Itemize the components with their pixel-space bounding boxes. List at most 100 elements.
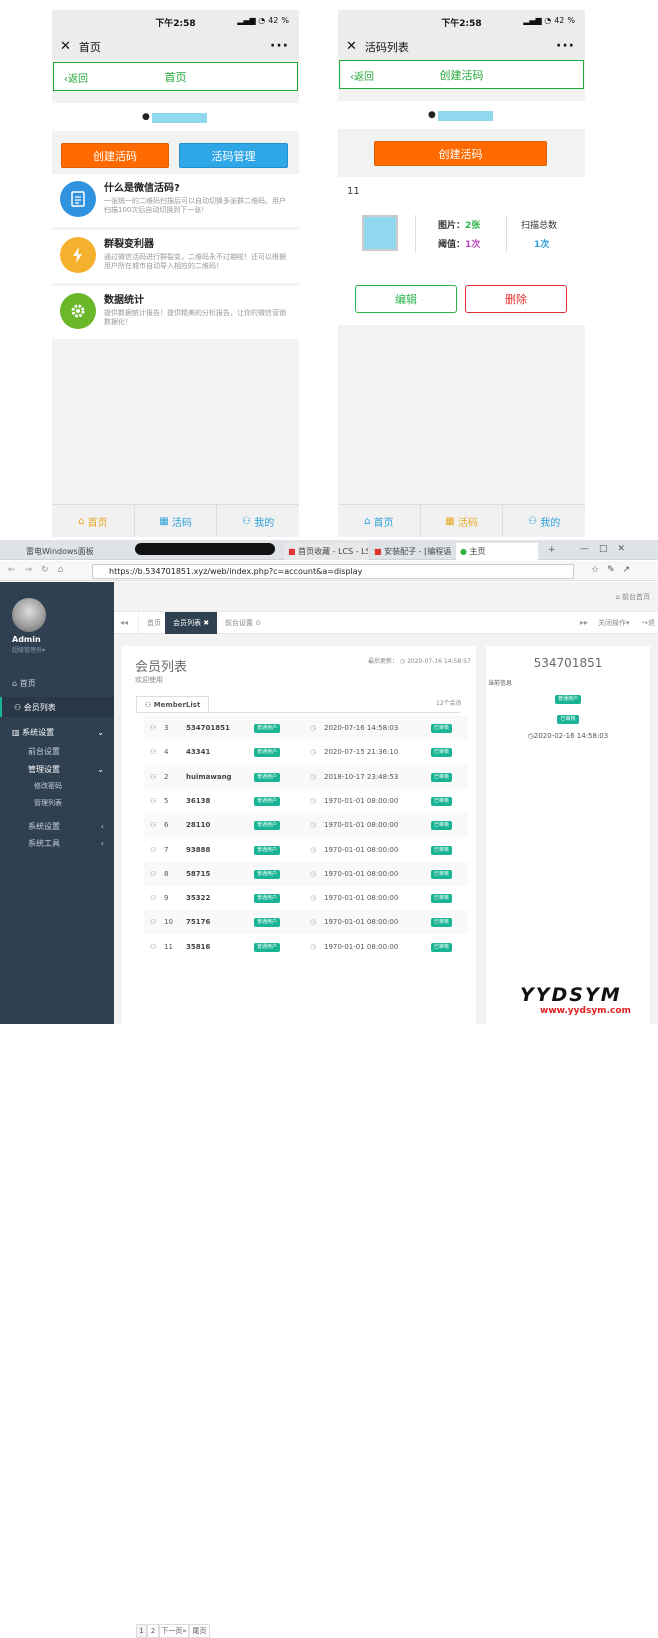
window-controls[interactable]: —□✕: [580, 544, 635, 554]
back-button[interactable]: ‹返回: [350, 68, 374, 83]
browser-tab[interactable]: ■ 首页收藏 - LCS - LSc: [284, 543, 368, 560]
create-code-button[interactable]: 创建活码: [374, 141, 547, 166]
browser-tab[interactable]: ■ 安装配子 - [编程语: [370, 543, 454, 560]
row-username: 43341: [186, 748, 211, 757]
row-id: 3: [164, 724, 169, 732]
menu-admin-settings[interactable]: 管理设置 ⌄: [0, 763, 114, 775]
table-row[interactable]: ⚇ 7 93888 普通用户 ◷ 1970-01-01 08:00:00 已审核: [144, 837, 468, 862]
user-type-badge: 普通用户: [254, 724, 281, 733]
bottom-tabbar: ⌂ 首页 ▦ 活码 ⚇ 我的: [52, 504, 299, 537]
next-page-button[interactable]: 下一页»: [159, 1624, 189, 1638]
close-icon[interactable]: ✕: [60, 39, 71, 54]
table-row[interactable]: ⚇ 9 35322 普通用户 ◷ 1970-01-01 08:00:00 已审核: [144, 886, 468, 911]
table-row[interactable]: ⚇ 3 534701851 普通用户 ◷ 2020-07-16 14:58:03 已审核: [144, 716, 468, 740]
clock-icon: ◷: [310, 772, 317, 781]
page-title: 会员列表: [135, 660, 188, 675]
feature-item[interactable]: 什么是微信活码? 一张统一的二维码扫描后可以自动切换多张群二维码。用户扫描100次…: [52, 174, 299, 227]
tab-codes[interactable]: ▦ 活码: [421, 505, 504, 537]
feature-item[interactable]: 群裂变利器 通过微信活码进行群裂变，二维码永不过期啦！还可以根据用户所在城市自动导…: [52, 230, 299, 283]
table-row[interactable]: ⚇ 5 36138 普通用户 ◷ 1970-01-01 08:00:00 已审核: [144, 788, 468, 813]
edit-button[interactable]: 编辑: [355, 285, 457, 313]
nav-arrows-icon[interactable]: ←→↻⌂: [8, 565, 72, 575]
url-input[interactable]: https://b.534701851.xyz/web/index.php?c=…: [92, 564, 574, 579]
row-id: 4: [164, 748, 169, 757]
close-ops-dropdown[interactable]: 关闭操作▾: [598, 618, 630, 628]
tab-member-list[interactable]: 会员列表 ✖: [165, 612, 218, 634]
status-badge: 已审核: [431, 796, 453, 806]
clock-icon: ◷: [310, 748, 317, 757]
row-id: 5: [164, 796, 169, 805]
row-id: 6: [164, 821, 169, 830]
exit-button[interactable]: ↪退: [642, 618, 655, 628]
tab-mine[interactable]: ⚇ 我的: [217, 505, 299, 537]
last-page-button[interactable]: 尾页: [189, 1624, 210, 1638]
menu-system-settings-2[interactable]: 系统设置 ‹: [0, 820, 114, 832]
table-row[interactable]: ⚇ 2 huimawang 普通用户 ◷ 2018-10-17 23:48:53 已审核: [144, 764, 468, 789]
menu-member-list[interactable]: ⚇ 会员列表: [0, 697, 114, 717]
redacted-tab: [135, 543, 275, 555]
table-row[interactable]: ⚇ 11 35816 普通用户 ◷ 1970-01-01 08:00:00 已审核: [144, 934, 468, 959]
feature-item[interactable]: 数据统计 提供数据统计报告！提供精美的分析报告，让你的微信营销数据化！: [52, 286, 299, 339]
user-type-badge: 普通用户: [254, 869, 281, 879]
clipboard-icon: [60, 181, 96, 217]
qrcode-thumbnail[interactable]: [362, 215, 398, 251]
tabs-next-icon[interactable]: ▸▸: [580, 618, 588, 627]
tab-front-settings[interactable]: 前台设置 ⊙: [217, 612, 269, 634]
menu-admin-list[interactable]: 管理列表: [0, 797, 114, 809]
delete-button[interactable]: 删除: [465, 285, 567, 313]
user-icon: ⚇: [150, 821, 157, 830]
status-bar: 下午2:58 ▂▄▆ ◔ 42%: [338, 10, 585, 34]
user-icon: ⚇: [150, 748, 157, 757]
table-row[interactable]: ⚇ 4 43341 普通用户 ◷ 2020-07-15 21:36:10 已审核: [144, 740, 468, 765]
user-icon: ⚇: [150, 894, 157, 903]
more-icon[interactable]: ···: [270, 38, 289, 54]
user-icon: ●: [428, 110, 436, 120]
row-id: 7: [164, 845, 169, 854]
row-time: 1970-01-01 08:00:00: [324, 796, 399, 805]
title-bar: ✕ 首页 ···: [52, 34, 299, 59]
tab-home[interactable]: ⌂ 首页: [338, 505, 421, 537]
front-home-link[interactable]: ⌂ 前台首页: [615, 592, 650, 602]
menu-home[interactable]: ⌂ 首页: [0, 677, 114, 689]
menu-front-settings[interactable]: 前台设置: [0, 745, 114, 757]
user-icon: ⚇: [150, 918, 157, 927]
row-time: 2020-07-16 14:58:03: [324, 724, 399, 732]
table-row[interactable]: ⚇ 10 75176 普通用户 ◷ 1970-01-01 08:00:00 已审核: [144, 910, 468, 935]
user-icon: ⚇: [150, 942, 157, 951]
status-badge: 已审核: [431, 869, 453, 879]
page-2-button[interactable]: 2: [147, 1624, 159, 1638]
status-badge: 已审核: [431, 845, 453, 855]
close-icon[interactable]: ✕: [346, 39, 357, 54]
tab-mine[interactable]: ⚇ 我的: [503, 505, 585, 537]
tabs-prev-icon[interactable]: ◂◂: [120, 618, 128, 627]
table-row[interactable]: ⚇ 6 28110 普通用户 ◷ 1970-01-01 08:00:00 已审核: [144, 813, 468, 838]
admin-sidebar: Admin 超级管理员▾ ⌂ 首页 ⚇ 会员列表 ▥ 系统设置 ⌄ 前台设置 管理…: [0, 582, 114, 1024]
toolbar-icons[interactable]: ☆✎↗: [591, 565, 638, 575]
row-username: 28110: [186, 821, 211, 830]
more-icon[interactable]: ···: [556, 38, 575, 54]
tab-home[interactable]: ⌂ 首页: [52, 505, 135, 537]
menu-system-tools[interactable]: 系统工具 ‹: [0, 837, 114, 849]
clock-icon: ◷: [310, 845, 317, 854]
user-icon: ⚇: [150, 724, 157, 732]
new-tab-icon[interactable]: +: [548, 545, 556, 555]
tab-memberlist[interactable]: ⚇ MemberList: [136, 696, 210, 713]
avatar[interactable]: [12, 598, 46, 632]
create-code-button[interactable]: 创建活码: [61, 143, 169, 168]
table-row[interactable]: ⚇ 8 58715 普通用户 ◷ 1970-01-01 08:00:00 已审核: [144, 861, 468, 886]
role-dropdown[interactable]: 超级管理员▾: [12, 645, 45, 654]
status-bar: 下午2:58 ▂▄▆ ◔ 42%: [52, 10, 299, 34]
menu-change-password[interactable]: 修改密码: [0, 780, 114, 792]
nav-header: ‹返回 首页: [53, 62, 298, 91]
user-icon: ⚇: [150, 869, 157, 878]
manage-code-button[interactable]: 活码管理: [179, 143, 288, 168]
page-1-button[interactable]: 1: [136, 1624, 147, 1638]
browser-tab-active[interactable]: ● 主页: [456, 543, 538, 560]
row-time: 1970-01-01 08:00:00: [324, 845, 399, 854]
row-time: 1970-01-01 08:00:00: [324, 894, 399, 903]
user-icon: ⚇: [150, 845, 157, 854]
menu-system-settings[interactable]: ▥ 系统设置 ⌄: [0, 725, 114, 739]
browser-tab[interactable]: 雷电Windows面板: [22, 543, 122, 560]
back-button[interactable]: ‹返回: [64, 70, 88, 85]
tab-codes[interactable]: ▦ 活码: [135, 505, 218, 537]
